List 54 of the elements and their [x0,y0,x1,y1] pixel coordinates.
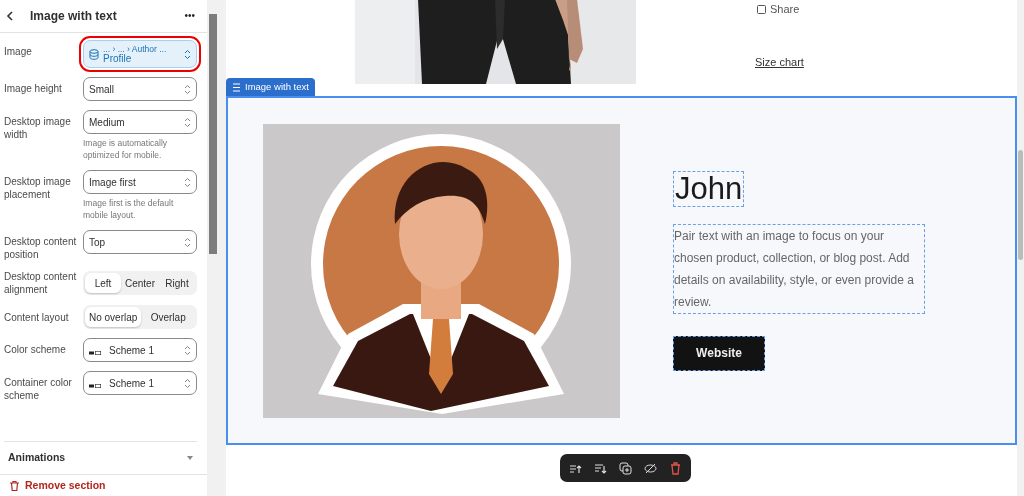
move-down-icon[interactable] [594,461,607,475]
size-chart-link[interactable]: Size chart [755,53,804,70]
color-scheme-select[interactable]: Scheme 1 [83,371,197,395]
scrollbar-thumb[interactable] [208,14,217,254]
back-icon[interactable] [6,11,14,21]
setting-label: Desktop image width [4,115,72,141]
setting-label: Desktop content position [4,235,78,261]
chevron-icon [184,377,191,389]
setting-label: Color scheme [4,343,67,356]
help-text: Image first is the default mobile layout. [83,197,175,221]
remove-section-button[interactable]: Remove section [10,477,106,494]
setting-label: Desktop content alignment [4,270,78,296]
chevron-icon [184,116,191,128]
delete-icon[interactable] [669,461,682,475]
segment-option[interactable]: Overlap [141,307,195,327]
duplicate-icon[interactable] [619,461,632,475]
segment-option[interactable]: Left [85,273,121,293]
scheme-swatch-icon [89,351,101,355]
share-icon[interactable] [757,4,766,14]
segment-option[interactable]: Center [121,273,159,293]
share-link[interactable]: Share [770,1,800,18]
scroll-down-icon[interactable] [187,456,193,461]
more-button[interactable]: ••• [184,11,195,21]
database-icon [89,48,99,60]
heading[interactable]: John [673,170,745,207]
select-field[interactable]: Image first [83,170,197,194]
setting-label: Desktop image placement [4,175,72,201]
section-icon [232,82,241,92]
setting-label: Image [4,45,33,58]
chevron-icon [184,83,191,95]
chevron-icon [184,176,191,188]
setting-label: Container color scheme [4,376,73,402]
setting-label: Image height [4,82,63,95]
website-button[interactable]: Website [673,335,765,371]
section-tag[interactable]: Image with text [226,78,315,96]
select-field[interactable]: Medium [83,110,197,134]
body-text[interactable]: Pair text with an image to focus on your chosen product, collection, or blog post. Add details on availability, style, or even provide a review. [673,223,925,314]
setting-label: Content layout [4,310,70,324]
trash-icon [10,480,19,491]
scrollbar-thumb[interactable] [1018,150,1023,260]
section-frame[interactable]: John Pair text with an image to focus on your chosen product, collection, or blog post. Add details on availability, style, or even provide a review. Website [226,96,1017,445]
segment-option[interactable]: No overlap [85,307,142,327]
hide-icon[interactable] [644,461,657,475]
chevron-icon [184,344,191,356]
segment-option[interactable]: Right [159,273,195,293]
help-text: Image is automatically optimized for mobile. [83,137,169,161]
select-field[interactable]: Top [83,230,197,254]
chevron-icon [184,236,191,248]
select-field[interactable]: Small [83,77,197,101]
scheme-swatch-icon [89,384,101,388]
panel-title: Image with text [30,8,117,25]
color-scheme-select[interactable]: Scheme 1 [83,338,197,362]
chevron-icon [184,48,191,60]
section-heading: Animations [8,450,66,466]
